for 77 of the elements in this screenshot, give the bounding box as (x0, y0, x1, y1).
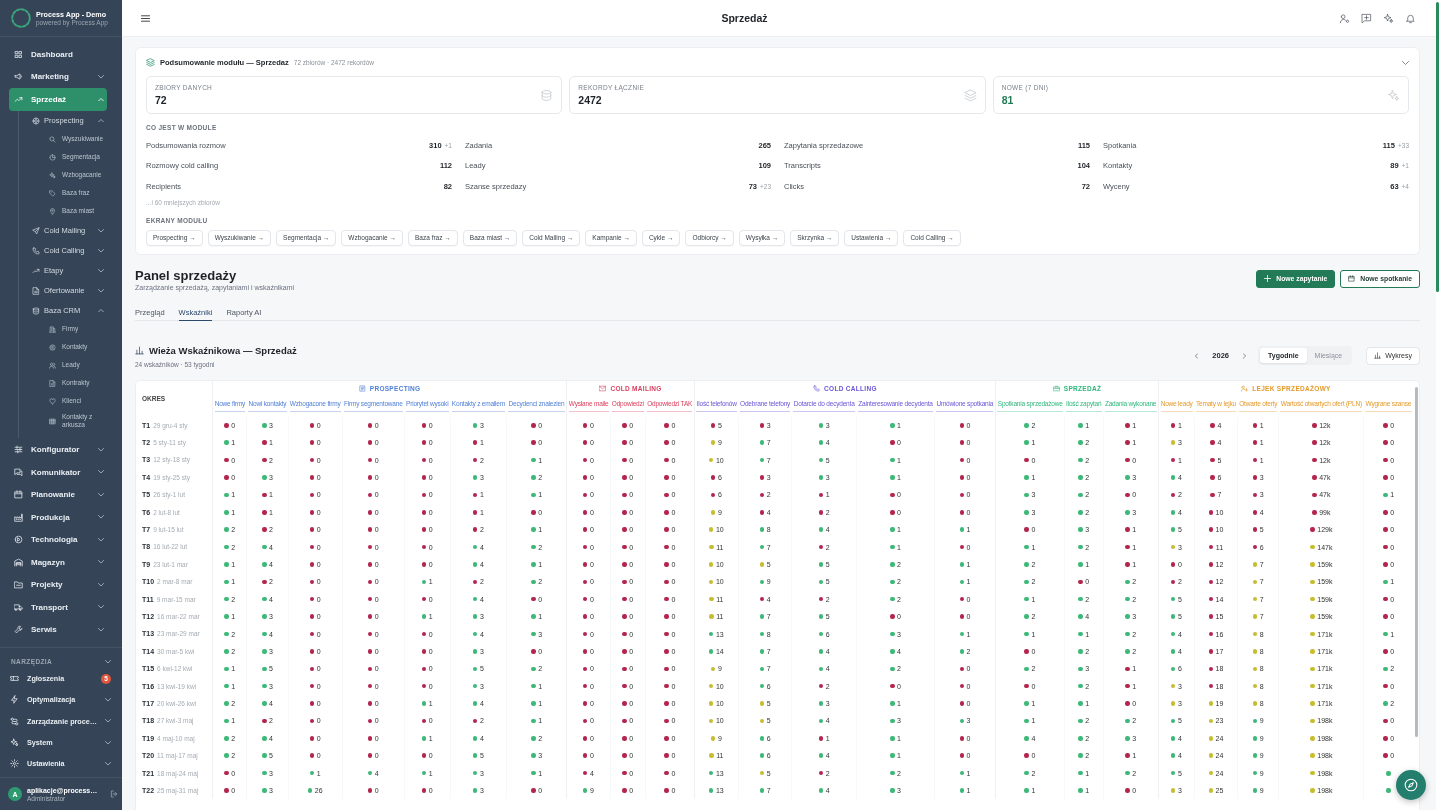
chevron-right-icon[interactable] (1243, 352, 1246, 359)
plus-icon (1264, 275, 1272, 282)
briefcase-icon (1052, 384, 1060, 392)
warehouse-icon (14, 557, 23, 567)
page-title: Sprzedaż (721, 12, 768, 24)
menu-icon[interactable] (141, 14, 150, 22)
megaphone-icon (14, 72, 23, 82)
tower-title: Wieża Wskaźnikowa — Sprzedaż (149, 343, 297, 358)
grid-icon (14, 49, 23, 59)
stat-value: 81 (1001, 93, 1015, 107)
zap-icon (10, 695, 19, 705)
bar-chart-icon (135, 346, 144, 355)
target-icon (32, 116, 40, 125)
panel-title: Panel sprzedaży (135, 267, 238, 283)
database-icon (540, 88, 554, 102)
heart-icon (49, 398, 56, 405)
phone-icon (32, 246, 40, 255)
layers-icon (963, 88, 977, 102)
users-icon (49, 362, 56, 369)
clipboard-icon (358, 384, 366, 392)
nav-item[interactable]: Konfigurator (9, 438, 107, 461)
send-icon (32, 226, 40, 235)
search-icon (49, 136, 56, 143)
chat-icon (14, 467, 23, 477)
nav-item[interactable]: Magazyn (9, 550, 107, 574)
nav-item[interactable]: Transport (9, 595, 107, 619)
stat-value: 72 (155, 93, 168, 107)
sliders-icon (14, 445, 23, 455)
trending-up-icon (14, 94, 23, 104)
nav-item[interactable]: Sprzedaż (9, 88, 107, 111)
user-plus-icon (1241, 384, 1249, 392)
building-icon (49, 326, 56, 333)
truck-icon (14, 602, 23, 612)
layers-icon (146, 58, 155, 67)
nav-item[interactable]: Komunikator (9, 460, 107, 484)
sparkles-icon (1387, 88, 1400, 102)
chevron-left-icon[interactable] (1195, 352, 1199, 359)
person-icon[interactable] (1339, 12, 1350, 24)
bell-icon[interactable] (1405, 12, 1416, 24)
compass-icon (1404, 778, 1418, 792)
file-icon (32, 286, 40, 295)
sparkles-icon (10, 737, 19, 747)
logout-icon[interactable] (110, 790, 118, 798)
tag-icon (49, 190, 56, 197)
bar-chart-icon (1374, 352, 1382, 359)
nav-item[interactable]: Dashboard (9, 43, 107, 66)
map-pin-icon (49, 208, 56, 215)
trending-up-icon (32, 266, 40, 275)
sparkles-icon[interactable] (1383, 12, 1394, 24)
chevron-down-icon[interactable] (105, 660, 111, 664)
route-icon (10, 716, 19, 726)
logo-icon (11, 8, 31, 28)
message-plus-icon[interactable] (1361, 12, 1372, 24)
nav-item[interactable]: Produkcja (9, 505, 107, 529)
scrollbar-thumb[interactable] (1414, 386, 1418, 737)
mail-icon (599, 384, 607, 392)
calendar-icon (14, 490, 23, 500)
nav-item[interactable]: Marketing (9, 65, 107, 88)
calendar-icon (1348, 275, 1356, 282)
pie-chart-icon (49, 154, 56, 161)
gear-icon (10, 759, 19, 769)
nav-item[interactable]: Projekty (9, 573, 107, 596)
factory-icon (14, 512, 23, 522)
folder-icon (14, 580, 23, 590)
stat-value: 2472 (578, 93, 603, 107)
ticket-icon (10, 674, 19, 683)
sparkles-icon (49, 172, 56, 179)
nav-item[interactable]: Planowanie (9, 483, 107, 506)
nav-item[interactable]: Technologia (9, 528, 107, 551)
file-icon (49, 380, 56, 387)
chevron-down-icon[interactable] (1402, 60, 1409, 65)
phone-icon (813, 384, 821, 392)
database-icon (32, 306, 40, 315)
scrollbar-thumb[interactable] (1436, 2, 1439, 292)
wrench-icon (14, 625, 23, 635)
table-icon (49, 417, 56, 425)
nav-item[interactable]: Serwis (9, 618, 107, 641)
